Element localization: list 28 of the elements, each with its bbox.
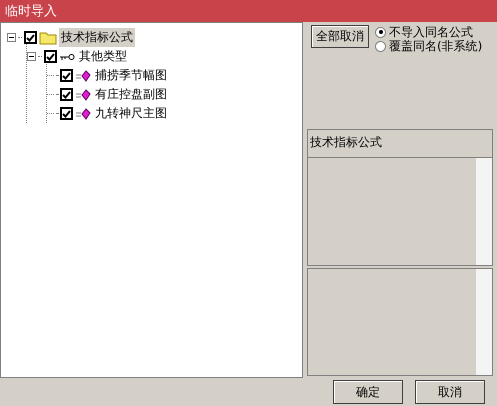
folder-icon: [39, 30, 57, 44]
tree-item[interactable]: 技术指标公式: [59, 28, 135, 47]
section-title: 技术指标公式: [307, 129, 493, 157]
formula-icon: [75, 88, 91, 100]
formula-icon: [75, 108, 91, 120]
dialog-button[interactable]: 取消: [415, 380, 485, 404]
checkbox[interactable]: [60, 107, 73, 120]
checkbox[interactable]: [60, 88, 73, 101]
radio-button[interactable]: [375, 26, 386, 38]
tree-item[interactable]: 九转神尺主图: [93, 104, 169, 123]
dialog-button[interactable]: 确定: [333, 380, 403, 404]
deselect-all-button[interactable]: 全部取消: [311, 25, 369, 48]
checkbox[interactable]: [44, 50, 57, 63]
collapse-toggle[interactable]: [27, 52, 36, 61]
scrollbar[interactable]: [476, 158, 492, 264]
scrollbar[interactable]: [476, 268, 492, 375]
collapse-toggle[interactable]: [7, 33, 16, 42]
window-title: 临时导入: [0, 0, 497, 22]
tree-item[interactable]: 其他类型: [77, 47, 129, 66]
radio-button[interactable]: [375, 40, 386, 52]
option-label[interactable]: 不导入同名公式: [389, 24, 473, 40]
checkbox[interactable]: [24, 31, 37, 44]
checkbox[interactable]: [60, 69, 73, 82]
tree-item[interactable]: 捕捞季节幅图: [93, 66, 169, 85]
option-label[interactable]: 覆盖同名(非系统): [389, 38, 482, 54]
tree-item[interactable]: 有庄控盘副图: [93, 85, 169, 104]
key-icon: [59, 52, 75, 62]
formula-icon: [75, 70, 91, 82]
